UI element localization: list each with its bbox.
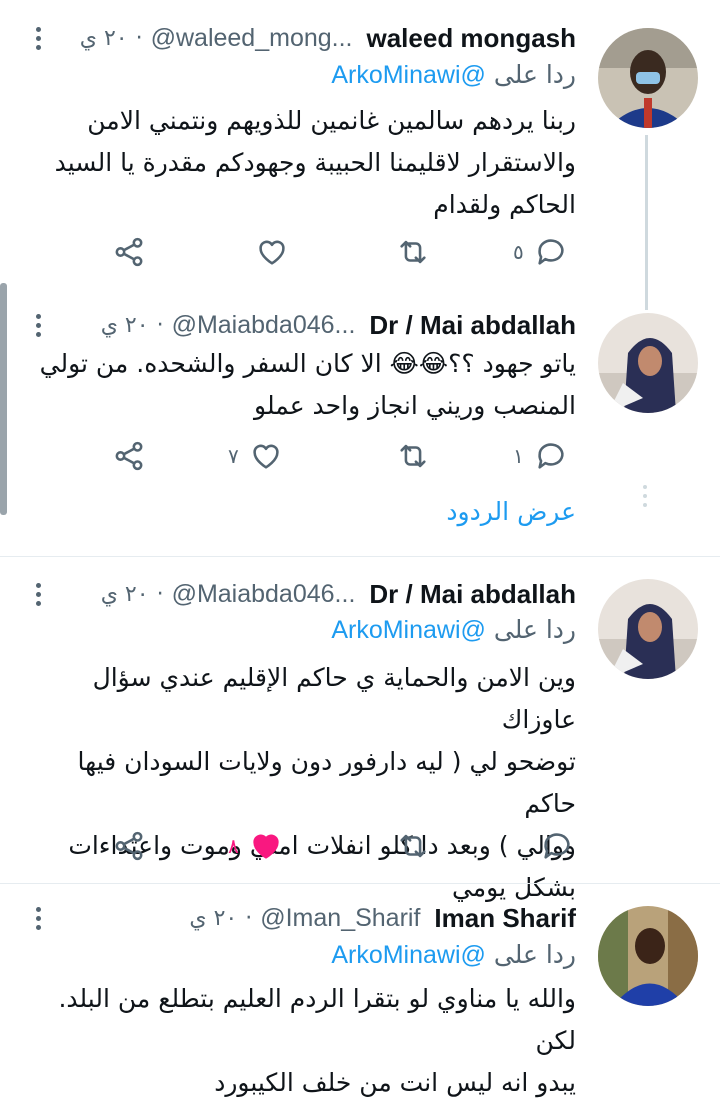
reply-to-prefix: ردا على	[493, 60, 576, 89]
tweet-header: Dr / Mai abdallah @Maiabda046... · ٢٠ ي	[20, 305, 576, 345]
tweet-header: Iman Sharif @Iman_Sharif · ٢٠ ي	[20, 898, 576, 938]
share-icon	[115, 237, 143, 267]
retweet-icon	[400, 240, 426, 264]
tweet-text-line: توضحو لي ( ليه دارفور دون ولايات السودان…	[77, 747, 576, 818]
reply-count: ٥	[513, 240, 524, 264]
reply-to: ردا على @ArkoMinawi	[331, 60, 576, 90]
reply-button[interactable]	[540, 826, 574, 866]
reply-to-prefix: ردا على	[493, 940, 576, 969]
retweet-icon	[400, 834, 426, 858]
reply-to: ردا على @ArkoMinawi	[331, 615, 576, 645]
tweet-3[interactable]: Dr / Mai abdallah @Maiabda046... · ٢٠ ي …	[0, 557, 720, 902]
more-icon[interactable]	[30, 898, 46, 938]
share-icon	[115, 441, 143, 471]
tweet-text-line: يبدو انه ليس انت من خلف الكيبورد	[214, 1068, 576, 1097]
like-count: ٨	[228, 834, 239, 858]
share-button[interactable]	[112, 826, 146, 866]
user-handle[interactable]: @Maiabda046...	[172, 580, 356, 609]
display-name[interactable]: Iman Sharif	[434, 903, 576, 934]
separator-dot: ·	[156, 581, 164, 607]
timestamp[interactable]: ٢٠ ي	[101, 582, 149, 607]
tweet-text-line: ربنا يردهم سالمين غانمين للذويهم ونتمني …	[87, 106, 576, 135]
tweet-text-line: المنصب وريني انجاز واحد عملو	[254, 391, 576, 420]
more-icon[interactable]	[30, 305, 46, 345]
reply-to: ردا على @ArkoMinawi	[331, 940, 576, 970]
like-button[interactable]: ٧	[228, 436, 283, 476]
more-icon[interactable]	[30, 574, 46, 614]
tweet-4[interactable]: Iman Sharif @Iman_Sharif · ٢٠ ي ردا على …	[0, 884, 720, 1097]
tweet-text-line: ياتو جهود ؟؟😂😂 الا كان السفر والشحده. من…	[39, 349, 576, 378]
display-name[interactable]: waleed mongash	[367, 23, 577, 54]
mention-link[interactable]: @ArkoMinawi	[331, 61, 486, 89]
tweet-text-line: والله يا مناوي لو بتقرا الردم العليم بتط…	[58, 984, 576, 1055]
reply-icon	[538, 239, 564, 265]
timestamp[interactable]: ٢٠ ي	[101, 313, 149, 338]
tweet-text: وين الامن والحماية ي حاكم الإقليم عندي س…	[30, 657, 576, 909]
action-bar: ١ ٧	[0, 436, 720, 476]
display-name[interactable]: Dr / Mai abdallah	[369, 310, 576, 341]
retweet-icon	[400, 444, 426, 468]
separator-dot: ·	[245, 905, 253, 931]
user-handle[interactable]: @Maiabda046...	[172, 311, 356, 340]
mention-link[interactable]: @ArkoMinawi	[331, 616, 486, 644]
retweet-button[interactable]	[396, 436, 430, 476]
tweet-text: ربنا يردهم سالمين غانمين للذويهم ونتمني …	[30, 100, 576, 226]
like-button[interactable]	[255, 232, 289, 272]
reply-to-prefix: ردا على	[493, 615, 576, 644]
action-bar: ٥	[0, 232, 720, 272]
tweet-header: waleed mongash @waleed_mong... · ٢٠ ي	[20, 18, 576, 58]
user-handle[interactable]: @waleed_mong...	[151, 24, 353, 53]
separator-dot: ·	[156, 312, 164, 338]
tweet-header: Dr / Mai abdallah @Maiabda046... · ٢٠ ي	[20, 574, 576, 614]
share-icon	[115, 831, 143, 861]
like-icon	[259, 240, 285, 265]
like-icon	[253, 444, 279, 469]
retweet-button[interactable]	[396, 232, 430, 272]
tweet-text-line: الحاكم ولقدام	[433, 190, 576, 219]
tweet-2[interactable]: Dr / Mai abdallah @Maiabda046... · ٢٠ ي …	[0, 285, 720, 555]
user-handle[interactable]: @Iman_Sharif	[260, 904, 420, 933]
timestamp[interactable]: ٢٠ ي	[80, 26, 128, 51]
thread-line	[645, 135, 648, 310]
thread-line	[645, 285, 648, 307]
reply-icon	[538, 443, 564, 469]
reply-button[interactable]: ١	[513, 436, 568, 476]
action-bar: ٨	[0, 826, 720, 866]
share-button[interactable]	[112, 436, 146, 476]
reply-button[interactable]: ٥	[513, 232, 568, 272]
like-count: ٧	[228, 444, 239, 468]
thread-continuation-dots	[643, 485, 647, 507]
show-replies-link[interactable]: عرض الردود	[446, 497, 576, 526]
share-button[interactable]	[112, 232, 146, 272]
display-name[interactable]: Dr / Mai abdallah	[369, 579, 576, 610]
tweet-text-line: وين الامن والحماية ي حاكم الإقليم عندي س…	[92, 663, 576, 734]
like-button[interactable]: ٨	[228, 826, 283, 866]
retweet-button[interactable]	[396, 826, 430, 866]
mention-link[interactable]: @ArkoMinawi	[331, 941, 486, 969]
tweet-text-line: والاستقرار لاقليمنا الحبيبة وجهودكم مقدر…	[54, 148, 576, 177]
more-icon[interactable]	[30, 18, 46, 58]
reply-count: ١	[513, 444, 524, 468]
tweet-text: والله يا مناوي لو بتقرا الردم العليم بتط…	[30, 978, 576, 1104]
liked-heart-icon	[253, 834, 279, 859]
tweet-text: ياتو جهود ؟؟😂😂 الا كان السفر والشحده. من…	[30, 343, 576, 427]
timestamp[interactable]: ٢٠ ي	[189, 906, 237, 931]
reply-icon	[544, 833, 570, 859]
tweet-1[interactable]: waleed mongash @waleed_mong... · ٢٠ ي رد…	[0, 0, 720, 310]
separator-dot: ·	[135, 25, 143, 51]
